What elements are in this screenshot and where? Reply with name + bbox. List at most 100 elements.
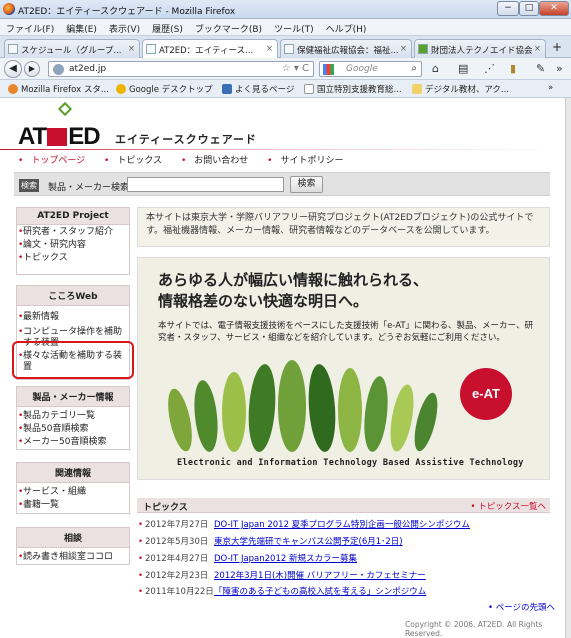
topic-row: 2012年5月30日東京大学先端研でキャンパス公開予定(6月1･2日) (138, 535, 403, 547)
rss-icon[interactable]: ⋰ (484, 62, 495, 75)
bookmark-google-desktop[interactable]: Google デスクトップ (116, 83, 213, 95)
sidebar-heading: AT2ED Project (17, 208, 129, 225)
close-window-button[interactable]: ✕ (539, 1, 569, 16)
search-placeholder: Google (346, 64, 378, 74)
topic-date: 2012年5月30日 (138, 535, 214, 547)
back-to-top-link[interactable]: • ページの先頭へ (488, 601, 555, 613)
tab-label: スケジュール（グループ... (21, 46, 122, 56)
logo-red-square-icon (47, 128, 68, 146)
sidebar-item-categories[interactable]: 製品カテゴリ一覧 (17, 407, 129, 422)
tab-technoaid[interactable]: 財団法人テクノエイド協会 × (414, 39, 546, 58)
page-icon (418, 44, 428, 54)
tab-at2ed[interactable]: AT2ED：エイティース... × (142, 39, 278, 59)
sidebar-project: AT2ED Project 研究者・スタッフ紹介 論文・研究内容 トピックス (16, 207, 130, 275)
sidebar-item-kokoro-room[interactable]: 読み書き相談室ココロ (17, 548, 129, 563)
topic-link[interactable]: 2012年3月1日(木)開催 バリアフリー・カフェセミナー (214, 571, 426, 581)
search-caption: 製品・メーカー検索 (48, 183, 130, 193)
addon-icon[interactable]: ✎ (536, 62, 545, 75)
sidebar-item-news[interactable]: 最新情報 (17, 306, 129, 323)
menu-file[interactable]: ファイル(F) (0, 19, 60, 35)
search-button[interactable]: 検索 (290, 176, 323, 193)
e-at-badge: e-AT (460, 368, 512, 420)
menu-tools[interactable]: ツール(T) (268, 19, 320, 35)
topic-row: 2011年10月22日「障害のある子どもの高校入試を考える」シンポジウム (138, 585, 426, 597)
back-icon[interactable]: ◀ (4, 60, 22, 78)
menu-help[interactable]: ヘルプ(H) (320, 19, 373, 35)
menu-overflow-icon[interactable]: » (556, 62, 563, 75)
topic-link[interactable]: DO-IT Japan 2012 夏季プログラム特別企画一般公開シンポジウム (214, 520, 470, 530)
reload-icon[interactable]: ☆ ▾ C (282, 63, 309, 74)
close-tab-icon[interactable]: × (534, 44, 541, 54)
menu-view[interactable]: 表示(V) (103, 19, 146, 35)
minimize-button[interactable]: − (497, 1, 519, 16)
annotation-highlight-box (12, 341, 134, 379)
sidebar-item-topics[interactable]: トピックス (17, 251, 129, 264)
menu-bookmarks[interactable]: ブックマーク(B) (189, 19, 268, 35)
bookmarks-icon[interactable]: ▮ (510, 62, 516, 75)
topics-header: トピックス • トピックス一覧へ (137, 498, 550, 513)
navigation-bar: ◀ ▶ at2ed.jp ☆ ▾ C Google ⌕ ⌂ ▤ ⋰ ▮ ✎ » (0, 58, 571, 80)
hero-body: 本サイトでは、電子情報支援技術をベースにした支援技術「e-AT」に関わる、製品、… (158, 321, 533, 343)
maximize-button[interactable]: □ (519, 1, 539, 16)
sidebar-consult: 相談 読み書き相談室ココロ (16, 527, 130, 565)
sidebar-item-maker-50[interactable]: メーカー50音順検索 (17, 435, 129, 448)
sidebar-heading: 製品・メーカー情報 (17, 387, 129, 407)
bookmark-most-visited[interactable]: よく見るページ (222, 83, 294, 95)
url-bar[interactable]: at2ed.jp ☆ ▾ C (48, 61, 314, 77)
sidebar-item-services[interactable]: サービス・組織 (17, 483, 129, 498)
copyright: Copyright © 2006. AT2ED. All Rights Rese… (405, 620, 543, 638)
sidebar-item-product-50[interactable]: 製品50音順検索 (17, 422, 129, 435)
menu-history[interactable]: 履歴(S) (146, 19, 189, 35)
menu-edit[interactable]: 編集(E) (60, 19, 103, 35)
search-bar[interactable]: Google ⌕ (319, 61, 422, 77)
home-icon[interactable]: ⌂ (432, 62, 439, 75)
topic-date: 2012年2月23日 (138, 569, 214, 581)
new-tab-button[interactable]: + (552, 40, 562, 54)
bookmark-digital[interactable]: デジタル教材、アク... (412, 83, 509, 95)
bookmark-label: Mozilla Firefox スタ... (21, 85, 109, 95)
sidebar-item-papers[interactable]: 論文・研究内容 (17, 238, 129, 251)
globe-icon (53, 64, 64, 75)
nav-top-page[interactable]: • トップページ (18, 156, 93, 166)
menu-bar: ファイル(F) 編集(E) 表示(V) 履歴(S) ブックマーク(B) ツール(T) ヘルプ… (0, 19, 571, 36)
tab-bar: スケジュール（グループ... × AT2ED：エイティース... × 保健福祉広報協… (0, 36, 571, 59)
topic-date: 2011年10月22日 (138, 585, 214, 597)
tab-hoken[interactable]: 保健福祉広報協会：福祉... × (280, 39, 412, 58)
bookmark-label: デジタル教材、アク... (425, 85, 510, 95)
topic-row: 2012年2月23日2012年3月1日(木)開催 バリアフリー・カフェセミナー (138, 569, 426, 581)
bookmark-firefox[interactable]: Mozilla Firefox スタ... (8, 83, 109, 95)
sidebar-heading: 相談 (17, 528, 129, 548)
hero-caption: Electronic and Information Technology Ba… (177, 458, 524, 468)
nav-policy[interactable]: • サイトポリシー (267, 156, 351, 166)
print-icon[interactable]: ▤ (458, 62, 468, 75)
nav-topics[interactable]: • トピックス (104, 156, 170, 166)
forward-icon[interactable]: ▶ (24, 61, 40, 77)
close-tab-icon[interactable]: × (128, 44, 135, 54)
logo-text-a: AT (18, 123, 47, 150)
topics-list-link[interactable]: • トピックス一覧へ (471, 500, 546, 512)
bookmark-label: よく見るページ (235, 85, 295, 95)
sidebar-item-staff[interactable]: 研究者・スタッフ紹介 (17, 225, 129, 238)
site-logo[interactable]: AT ED (18, 123, 101, 151)
topic-link[interactable]: DO-IT Japan2012 新規スカラー募集 (214, 554, 357, 564)
product-search-input[interactable] (127, 177, 284, 192)
bookmarks-toolbar: Mozilla Firefox スタ... Google デスクトップ よく見る… (0, 80, 571, 98)
tab-schedule[interactable]: スケジュール（グループ... × (4, 39, 140, 58)
close-tab-icon[interactable]: × (400, 44, 407, 54)
hero-headline: あらゆる人が幅広い情報に触れられる、 情報格差のない快適な明日へ。 (158, 271, 429, 310)
firefox-icon (3, 3, 15, 15)
close-tab-icon[interactable]: × (266, 44, 273, 54)
topic-row: 2012年4月27日DO-IT Japan2012 新規スカラー募集 (138, 552, 357, 564)
topic-link[interactable]: 東京大学先端研でキャンパス公開予定(6月1･2日) (214, 537, 403, 547)
topic-link[interactable]: 「障害のある子どもの高校入試を考える」シンポジウム (214, 587, 426, 597)
header-divider (0, 149, 563, 150)
search-icon[interactable]: ⌕ (411, 63, 417, 74)
bookmark-label: 国立特別支援教育総... (317, 85, 402, 95)
scrollbar[interactable] (565, 98, 571, 638)
bookmarks-overflow-icon[interactable]: » (548, 83, 553, 93)
bookmark-label: Google デスクトップ (129, 85, 213, 95)
sidebar-item-books[interactable]: 書籍一覧 (17, 498, 129, 511)
tab-label: AT2ED：エイティース... (159, 46, 254, 56)
bookmark-nise[interactable]: 国立特別支援教育総... (304, 83, 402, 95)
nav-contact[interactable]: • お問い合わせ (181, 156, 256, 166)
